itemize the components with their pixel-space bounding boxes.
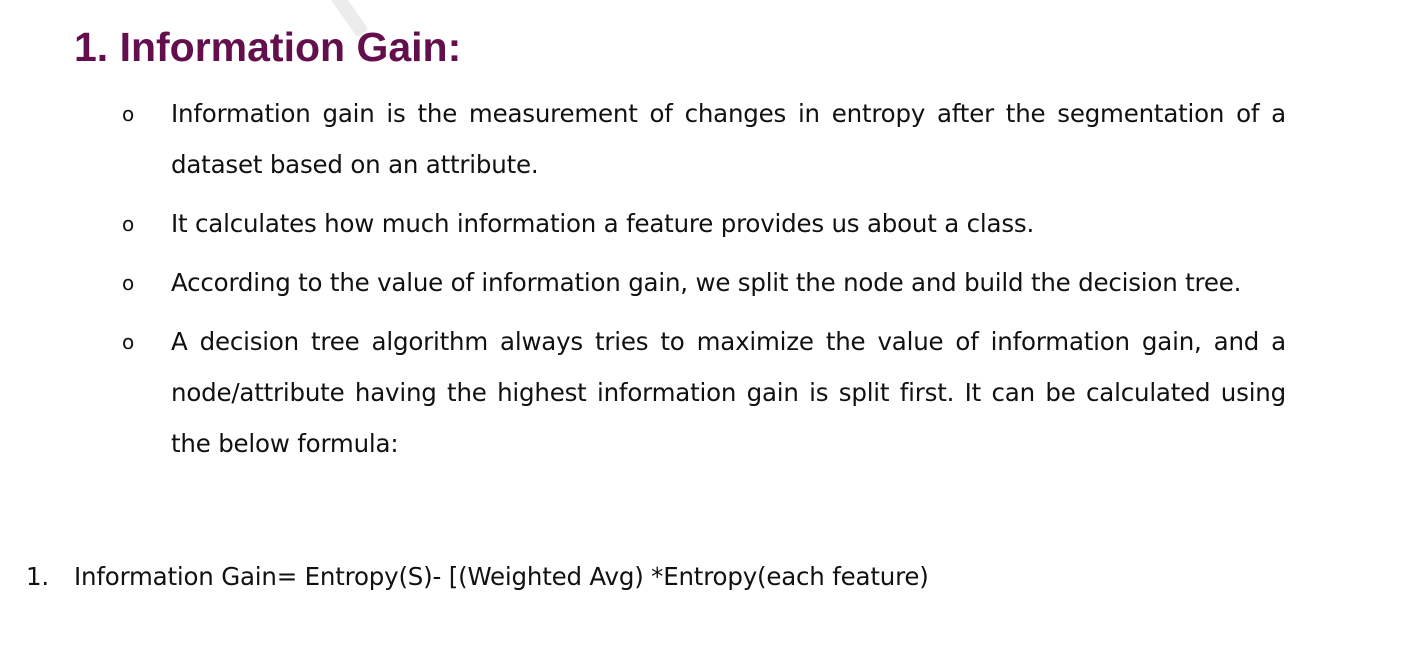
formula-line: 1. Information Gain= Entropy(S)- [(Weight…	[26, 554, 929, 600]
bullet-marker: o	[122, 102, 135, 126]
bullet-text: According to the value of information ga…	[171, 268, 1242, 297]
bullet-text: Information gain is the measurement of c…	[171, 99, 1286, 179]
bullet-item-1: o Information gain is the measurement of…	[0, 88, 1417, 190]
section-heading: 1. Information Gain:	[74, 24, 462, 70]
bullet-marker: o	[122, 330, 135, 354]
formula-text: Information Gain= Entropy(S)- [(Weighted…	[74, 562, 929, 591]
bullet-marker: o	[122, 212, 135, 236]
bullet-text: It calculates how much information a fea…	[171, 209, 1035, 238]
bullet-text: A decision tree algorithm always tries t…	[171, 327, 1286, 458]
bullet-item-2: o It calculates how much information a f…	[0, 198, 1417, 249]
bullet-marker: o	[122, 271, 135, 295]
bullet-list: o Information gain is the measurement of…	[0, 88, 1417, 477]
bullet-item-3: o According to the value of information …	[0, 257, 1417, 308]
formula-number: 1.	[26, 562, 49, 591]
bullet-item-4: o A decision tree algorithm always tries…	[0, 316, 1417, 469]
